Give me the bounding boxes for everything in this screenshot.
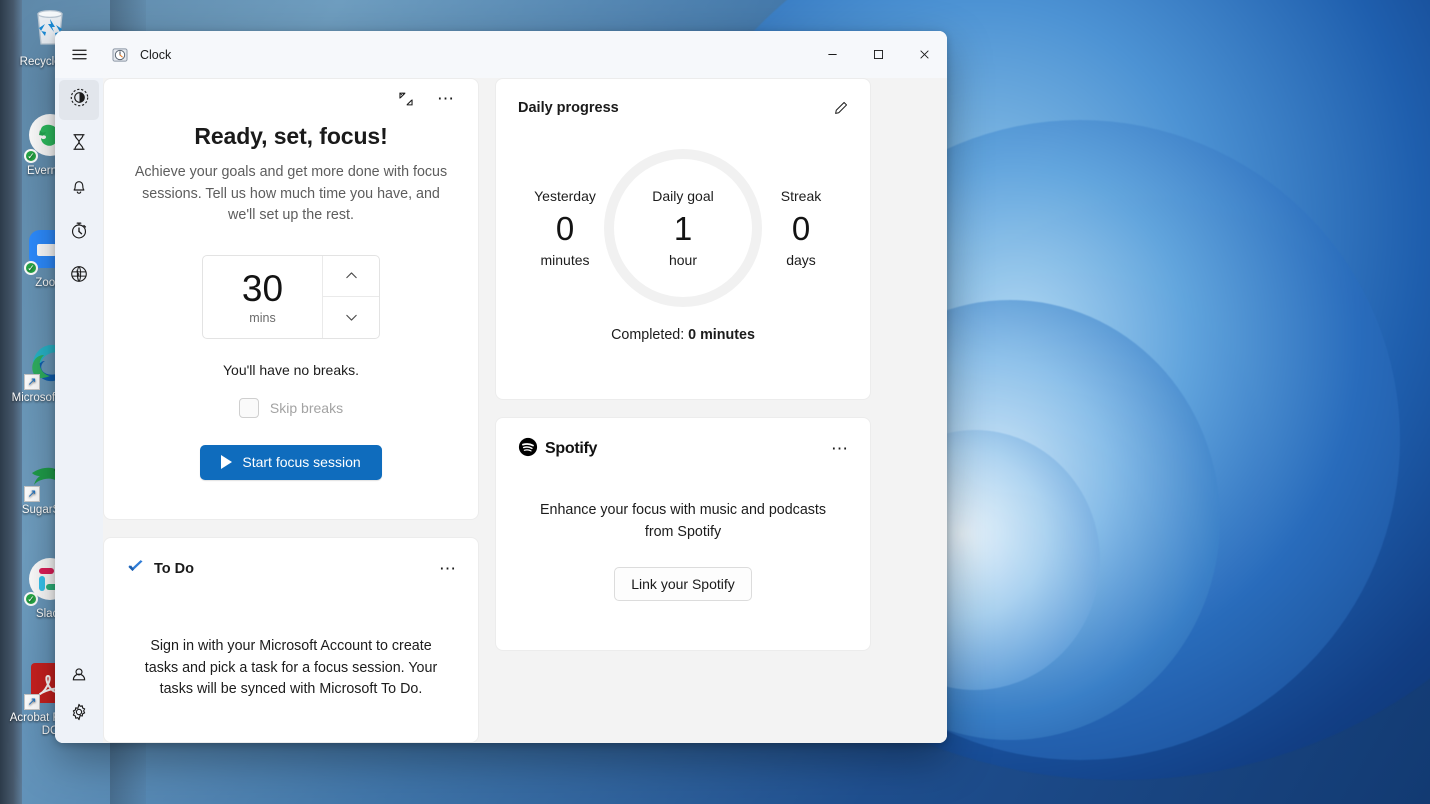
todo-card-header: To Do ⋯	[126, 554, 456, 584]
clock-window: Clock ⋯ Ready, set, focus! Achieve your …	[55, 31, 947, 743]
stat-streak-unit: days	[786, 252, 816, 268]
minimize-button[interactable]	[809, 31, 855, 78]
spotify-card-header: Spotify ⋯	[518, 434, 848, 464]
person-account-icon	[69, 665, 89, 690]
link-spotify-button[interactable]: Link your Spotify	[614, 567, 752, 601]
stat-goal-label: Daily goal	[652, 188, 714, 204]
start-focus-session-label: Start focus session	[242, 454, 361, 470]
window-body: ⋯ Ready, set, focus! Achieve your goals …	[55, 31, 947, 743]
completed-row: Completed: 0 minutes	[518, 327, 848, 343]
daily-progress-card: Daily progress Yesterday 0 minutes Daily…	[495, 78, 871, 400]
ellipsis-icon: ⋯	[831, 439, 849, 458]
stat-goal-value: 1	[673, 210, 693, 247]
focus-session-card: ⋯ Ready, set, focus! Achieve your goals …	[103, 78, 479, 521]
window-controls	[809, 31, 947, 78]
hourglass-timer-icon	[69, 132, 89, 157]
compact-view-icon[interactable]	[390, 84, 422, 114]
ellipsis-icon: ⋯	[439, 559, 457, 579]
focus-more-options-button[interactable]: ⋯	[430, 84, 462, 114]
breaks-note: You'll have no breaks.	[222, 361, 360, 378]
edit-daily-goal-button[interactable]	[824, 93, 856, 123]
hamburger-wrap	[59, 31, 99, 78]
duration-unit: mins	[249, 310, 276, 325]
globe-world-clock-icon	[69, 264, 89, 289]
spotify-card: Spotify ⋯ Enhance your focus with music …	[495, 417, 871, 651]
daily-progress-title: Daily progress	[518, 100, 619, 116]
completed-label: Completed:	[611, 327, 689, 343]
close-button[interactable]	[901, 31, 947, 78]
hamburger-menu-button[interactable]	[59, 35, 99, 75]
stat-yesterday-unit: minutes	[540, 252, 590, 268]
todo-check-icon	[126, 557, 145, 581]
focus-card-toolbar: ⋯	[128, 79, 462, 119]
spotify-logo-icon	[518, 437, 538, 462]
spotify-body-text: Enhance your focus with music and podcas…	[539, 502, 827, 540]
duration-increase-button[interactable]	[323, 256, 379, 297]
stat-streak-value: 0	[791, 210, 811, 247]
sidebar-item-settings[interactable]	[59, 701, 99, 741]
sidebar-item-timer[interactable]	[59, 124, 99, 164]
focus-sessions-icon	[69, 87, 90, 113]
sidebar-item-world-clock[interactable]	[59, 256, 99, 296]
clock-app-icon	[111, 46, 129, 64]
spotify-wordmark: Spotify	[545, 440, 598, 457]
daily-goal-ring: Daily goal 1 hour	[604, 149, 762, 307]
duration-stepper	[323, 256, 379, 338]
todo-brand: To Do	[126, 557, 194, 581]
skip-breaks-row[interactable]: Skip breaks	[128, 397, 454, 418]
todo-title: To Do	[154, 561, 194, 578]
window-titlebar[interactable]: Clock	[55, 31, 947, 78]
navigation-rail	[55, 31, 103, 743]
sidebar-item-stopwatch[interactable]	[59, 212, 99, 252]
shortcut-arrow-icon: ↗	[24, 374, 40, 390]
ellipsis-icon: ⋯	[437, 89, 455, 108]
bell-alarm-icon	[69, 176, 89, 201]
start-focus-session-button[interactable]: Start focus session	[200, 444, 382, 480]
shortcut-arrow-icon: ↗	[24, 486, 40, 502]
sync-status-icon: ✓	[24, 261, 38, 275]
stat-yesterday-label: Yesterday	[534, 188, 596, 204]
stat-yesterday-value: 0	[555, 210, 575, 247]
right-column: Daily progress Yesterday 0 minutes Daily…	[495, 78, 871, 743]
stat-yesterday: Yesterday 0 minutes	[526, 188, 604, 268]
spotify-more-options-button[interactable]: ⋯	[824, 434, 856, 464]
duration-value-box: 30 mins	[203, 255, 323, 338]
gear-settings-icon	[69, 702, 89, 727]
todo-card: To Do ⋯ Sign in with your Microsoft Acco…	[103, 537, 479, 743]
todo-more-options-button[interactable]: ⋯	[432, 554, 464, 584]
progress-stats-row: Yesterday 0 minutes Daily goal 1 hour St…	[518, 149, 848, 307]
sidebar-item-account[interactable]	[59, 657, 99, 697]
skip-breaks-checkbox[interactable]	[238, 397, 259, 418]
sidebar-item-focus-sessions[interactable]	[59, 80, 99, 120]
sidebar-item-alarm[interactable]	[59, 168, 99, 208]
duration-decrease-button[interactable]	[323, 297, 379, 338]
stat-streak: Streak 0 days	[762, 188, 840, 268]
focus-sessions-page: ⋯ Ready, set, focus! Achieve your goals …	[103, 78, 947, 743]
daily-progress-header: Daily progress	[518, 93, 848, 123]
sync-status-icon: ✓	[24, 149, 38, 163]
stopwatch-icon	[69, 220, 89, 245]
play-icon	[221, 455, 233, 469]
left-column: ⋯ Ready, set, focus! Achieve your goals …	[103, 78, 479, 743]
duration-spinner[interactable]: 30 mins	[202, 254, 380, 339]
sync-status-icon: ✓	[24, 592, 38, 606]
stat-streak-label: Streak	[780, 188, 822, 204]
stat-goal-unit: hour	[668, 252, 698, 268]
focus-subtitle: Achieve your goals and get more done wit…	[134, 164, 448, 223]
shortcut-arrow-icon: ↗	[24, 694, 40, 710]
duration-value: 30	[241, 267, 284, 309]
completed-value: 0 minutes	[688, 327, 755, 343]
focus-heading: Ready, set, focus!	[194, 123, 388, 149]
skip-breaks-label: Skip breaks	[269, 399, 344, 416]
todo-body-text: Sign in with your Microsoft Account to c…	[144, 638, 438, 698]
window-title: Clock	[140, 47, 172, 62]
spotify-brand: Spotify	[518, 437, 597, 462]
maximize-button[interactable]	[855, 31, 901, 78]
